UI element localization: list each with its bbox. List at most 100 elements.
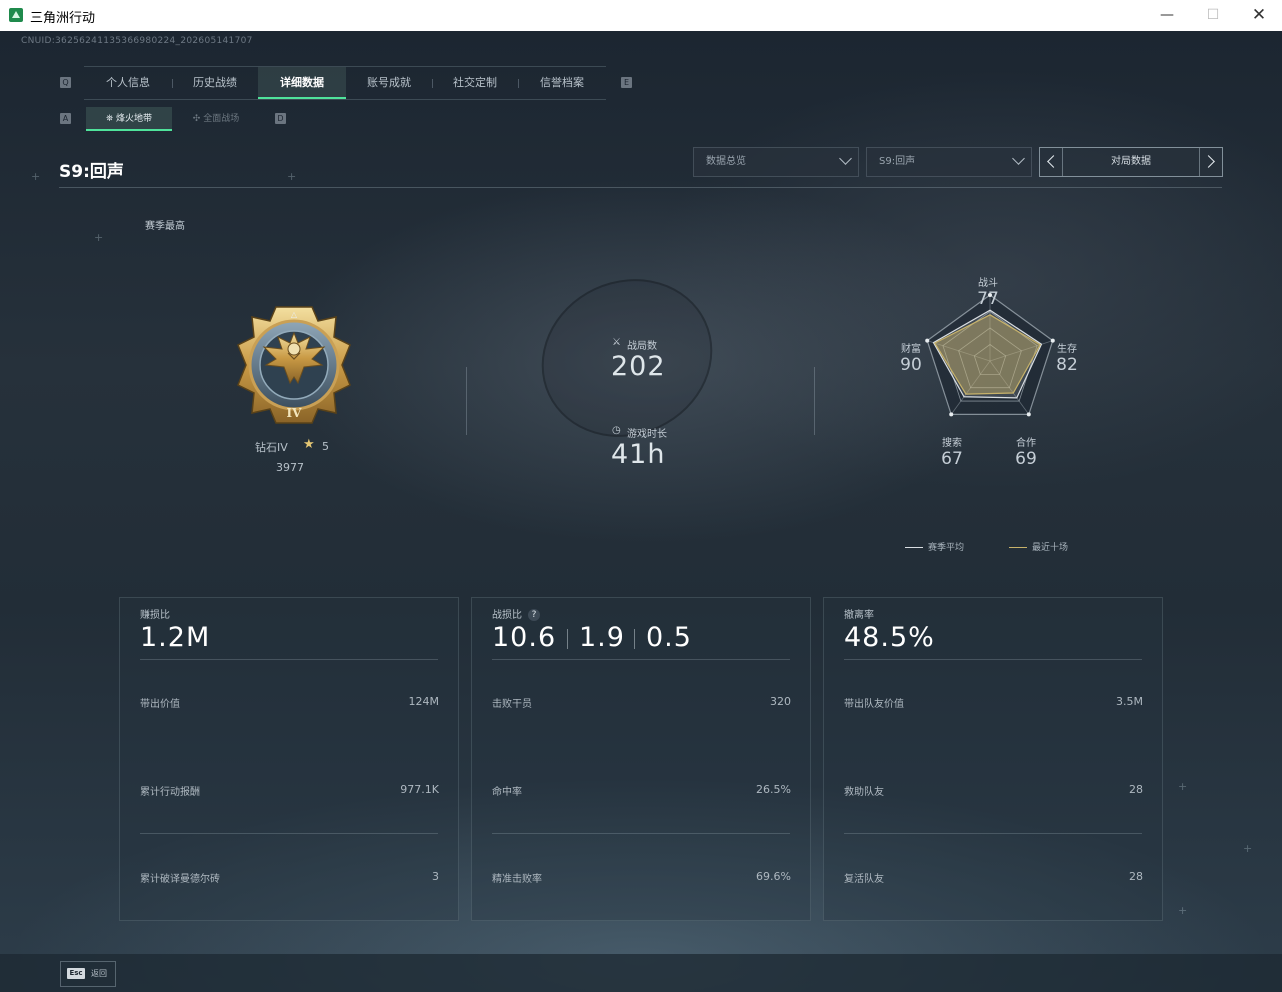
stat-row-label: 命中率 xyxy=(492,787,522,798)
esc-key-icon: Esc xyxy=(67,968,85,979)
radar-value-combat: 77 xyxy=(977,289,999,309)
subtab-next-key[interactable]: D xyxy=(275,113,286,124)
profit-panel: 赚损比 1.2M 带出价值 124M 累计行动报酬 977.1K 累计破译曼德尔… xyxy=(119,597,459,921)
radar-value-survival: 82 xyxy=(1056,355,1078,375)
decor-cross: + xyxy=(287,170,297,183)
value-divider xyxy=(634,629,635,649)
main-tabs: 个人信息 历史战绩 详细数据 账号成就 社交定制 信誉档案 xyxy=(84,66,606,100)
legend-season-average: 赛季平均 xyxy=(905,540,964,553)
season-divider xyxy=(59,187,1222,188)
kd-value-2: 1.9 xyxy=(579,622,625,653)
decor-cross: + xyxy=(1178,904,1188,917)
stat-row-value: 28 xyxy=(1129,783,1143,796)
panel-rule xyxy=(844,659,1142,660)
radar-label-combat: 战斗 xyxy=(978,278,998,289)
tab-achievements[interactable]: 账号成就 xyxy=(346,67,432,99)
subtab-prev-key[interactable]: A xyxy=(60,113,71,124)
window-title: 三角洲行动 xyxy=(30,11,96,26)
radar-label-search: 搜索 xyxy=(942,438,962,449)
matches-value: 202 xyxy=(611,351,666,382)
season-dropdown-value: S9:回声 xyxy=(879,156,916,167)
stat-row-label: 带出价值 xyxy=(140,699,180,710)
tab-social[interactable]: 社交定制 xyxy=(432,67,518,99)
tab-next-key[interactable]: E xyxy=(621,77,632,88)
stat-row-label: 复活队友 xyxy=(844,874,884,885)
legend-recent-ten-label: 最近十场 xyxy=(1032,543,1069,553)
panel-heading-text: 战损比 xyxy=(492,610,522,621)
subtab-warfare[interactable]: ✣ 全面战场 xyxy=(176,107,256,131)
radar-vertex-dot xyxy=(949,412,954,417)
panel-rule xyxy=(492,833,790,834)
tab-personal-info[interactable]: 个人信息 xyxy=(84,67,172,99)
chevron-left-icon[interactable] xyxy=(1047,155,1060,168)
tab-prev-key[interactable]: Q xyxy=(60,77,71,88)
chevron-right-icon[interactable] xyxy=(1202,155,1215,168)
stat-row-label: 击败干员 xyxy=(492,699,532,710)
maximize-button[interactable]: ☐ xyxy=(1190,0,1236,31)
operations-icon: ⛯ xyxy=(105,114,117,124)
panel-heading: 赚损比 xyxy=(140,610,170,621)
panel-main-value: 48.5% xyxy=(844,622,935,653)
stat-row-value: 69.6% xyxy=(756,870,791,883)
panel-main-value: 10.6 xyxy=(492,622,556,653)
tab-detailed-data[interactable]: 详细数据 xyxy=(258,67,346,99)
legend-season-average-label: 赛季平均 xyxy=(928,543,965,553)
back-button[interactable]: Esc 返回 xyxy=(60,961,116,987)
subtab-operations-label: 烽火地带 xyxy=(116,114,153,124)
tab-match-history[interactable]: 历史战绩 xyxy=(172,67,258,99)
rank-star-count: 5 xyxy=(322,440,329,453)
kd-value-3: 0.5 xyxy=(646,622,692,653)
rank-badge-icon: △ IV xyxy=(237,306,351,424)
svg-text:IV: IV xyxy=(287,406,303,420)
view-dropdown[interactable]: 数据总览 xyxy=(693,147,859,177)
stat-row-label: 累计破译曼德尔砖 xyxy=(140,874,220,885)
radar-value-search: 67 xyxy=(941,449,963,469)
stat-row-value: 3.5M xyxy=(1116,695,1143,708)
back-label: 返回 xyxy=(91,969,107,978)
stat-row-label: 救助队友 xyxy=(844,787,884,798)
panel-rule xyxy=(140,833,438,834)
rank-score: 3977 xyxy=(276,461,304,474)
game-area: CNUID:36256241135366980224_202605141707 … xyxy=(0,31,1282,992)
extraction-panel: 撤离率 48.5% 带出队友价值 3.5M 救助队友 28 复活队友 28 xyxy=(823,597,1163,921)
season-title: S9:回声 xyxy=(59,162,124,182)
star-icon: ★ xyxy=(303,437,315,452)
season-dropdown[interactable]: S9:回声 xyxy=(866,147,1032,177)
radar-label-survival: 生存 xyxy=(1057,344,1077,355)
rank-name: 钻石IV xyxy=(255,441,288,454)
radar-value-cooperation: 69 xyxy=(1015,449,1037,469)
view-dropdown-value: 数据总览 xyxy=(706,156,746,167)
stat-row-value: 26.5% xyxy=(756,783,791,796)
match-data-pager: 对局数据 xyxy=(1039,147,1223,177)
kd-value-1: 10.6 xyxy=(492,622,557,653)
stat-row-label: 累计行动报酬 xyxy=(140,787,200,798)
radar-value-wealth: 90 xyxy=(900,355,922,375)
matches-label: 战局数 xyxy=(627,341,657,352)
panel-rule xyxy=(140,659,438,660)
panel-rule xyxy=(492,659,790,660)
crossed-swords-icon: ⚔ xyxy=(612,337,621,348)
legend-line xyxy=(1009,547,1027,548)
kd-panel: 战损比? 10.6 1.9 0.5 击败干员 320 命中率 26.5% 精准击… xyxy=(471,597,811,921)
panel-rule xyxy=(844,833,1142,834)
panel-heading: 撤离率 xyxy=(844,610,874,621)
clock-icon: ◷ xyxy=(612,425,621,436)
playtime-value: 41h xyxy=(611,439,666,470)
help-icon[interactable]: ? xyxy=(528,609,540,621)
subtab-operations[interactable]: ⛯ 烽火地带 xyxy=(86,107,172,131)
legend-recent-ten: 最近十场 xyxy=(1009,540,1068,553)
panel-heading: 战损比? xyxy=(492,606,540,621)
value-divider xyxy=(567,629,568,649)
decor-cross: + xyxy=(1178,780,1188,793)
section-divider xyxy=(466,367,467,435)
close-button[interactable]: ✕ xyxy=(1236,0,1282,31)
radar-vertex-dot xyxy=(1026,412,1031,417)
stat-row-value: 3 xyxy=(432,870,439,883)
minimize-button[interactable]: — xyxy=(1144,0,1190,31)
warfare-icon: ✣ xyxy=(192,114,204,124)
pager-divider xyxy=(1199,148,1200,176)
stat-row-value: 977.1K xyxy=(400,783,439,796)
chevron-down-icon xyxy=(1012,152,1025,165)
season-best-label: 赛季最高 xyxy=(145,221,185,232)
tab-reputation[interactable]: 信誉档案 xyxy=(518,67,606,99)
